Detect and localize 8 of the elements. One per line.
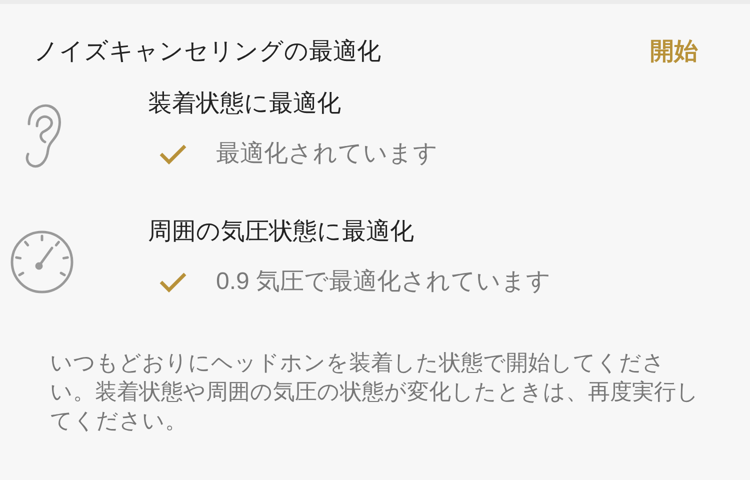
item-title: 装着状態に最適化 bbox=[148, 89, 342, 119]
status-text: 最適化されています bbox=[216, 139, 438, 169]
section-title: ノイズキャンセリングの最適化 bbox=[34, 37, 381, 67]
gauge-icon bbox=[10, 230, 74, 294]
item-title: 周囲の気圧状態に最適化 bbox=[148, 217, 415, 247]
start-button[interactable]: 開始 bbox=[650, 34, 698, 70]
status-text: 0.9 気圧で最適化されています bbox=[216, 267, 552, 297]
instruction-text: いつもどおりにヘッドホンを装着した状態で開始してください。装着状態や周囲の気圧の状態が変化したときは、再度実行してください。 bbox=[50, 349, 699, 435]
